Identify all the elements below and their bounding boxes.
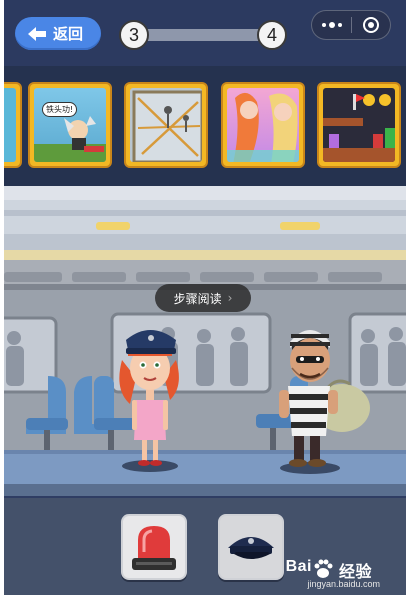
level-progress-bar — [129, 29, 269, 41]
target-close-icon — [362, 17, 379, 33]
miniprogram-capsule — [311, 10, 391, 40]
game-thumbnail — [323, 88, 395, 162]
game-thumbnail — [227, 88, 299, 162]
top-bar: 返回 3 4 — [4, 0, 406, 66]
chevron-right-icon: › — [227, 291, 233, 305]
game-thumbnail: 铁头功! — [34, 88, 106, 162]
game-thumbnail — [130, 88, 202, 162]
game-card-mermaid-hair[interactable] — [221, 82, 305, 168]
back-button[interactable]: 返回 — [15, 17, 101, 50]
mermaid-hair-art — [227, 92, 299, 162]
more-menu-button[interactable] — [312, 21, 351, 28]
game-screen: 返回 3 4 铁头功! 步骤阅读 › Bai 经验 jingyan.baidu.… — [4, 0, 406, 595]
platformer-art — [323, 94, 395, 162]
card-badge: 铁头功! — [42, 102, 78, 117]
siren-icon — [132, 526, 176, 570]
train-scene — [4, 200, 406, 496]
ropes-art — [132, 90, 202, 162]
game-card-ropes[interactable] — [124, 82, 208, 168]
close-miniprogram-button[interactable] — [352, 16, 390, 34]
current-level-badge: 3 — [119, 20, 149, 50]
item-toolbar: Bai 经验 jingyan.baidu.com — [4, 498, 406, 595]
game-thumbnail — [4, 88, 16, 162]
game-card-iron-head[interactable]: 铁头功! — [28, 82, 112, 168]
next-level-badge: 4 — [257, 20, 287, 50]
iron-head-art — [34, 116, 106, 162]
game-card-platformer[interactable] — [317, 82, 401, 168]
siren-item-button[interactable] — [121, 514, 187, 580]
watermark-brand: Bai — [285, 558, 312, 575]
police-hat-item-button[interactable] — [218, 514, 284, 580]
back-arrow-icon — [28, 26, 46, 41]
back-label: 返回 — [53, 25, 84, 43]
game-card-partial[interactable] — [4, 82, 22, 168]
step-reading-label: 步骤阅读 — [173, 291, 222, 306]
watermark-url: jingyan.baidu.com — [307, 579, 380, 589]
more-games-strip: 铁头功! — [4, 66, 406, 186]
step-reading-button[interactable]: 步骤阅读 › — [155, 284, 251, 312]
police-hat-icon — [228, 537, 274, 559]
paw-logo-icon — [314, 559, 333, 578]
baidu-jingyan-watermark: Bai 经验 jingyan.baidu.com — [282, 556, 402, 592]
